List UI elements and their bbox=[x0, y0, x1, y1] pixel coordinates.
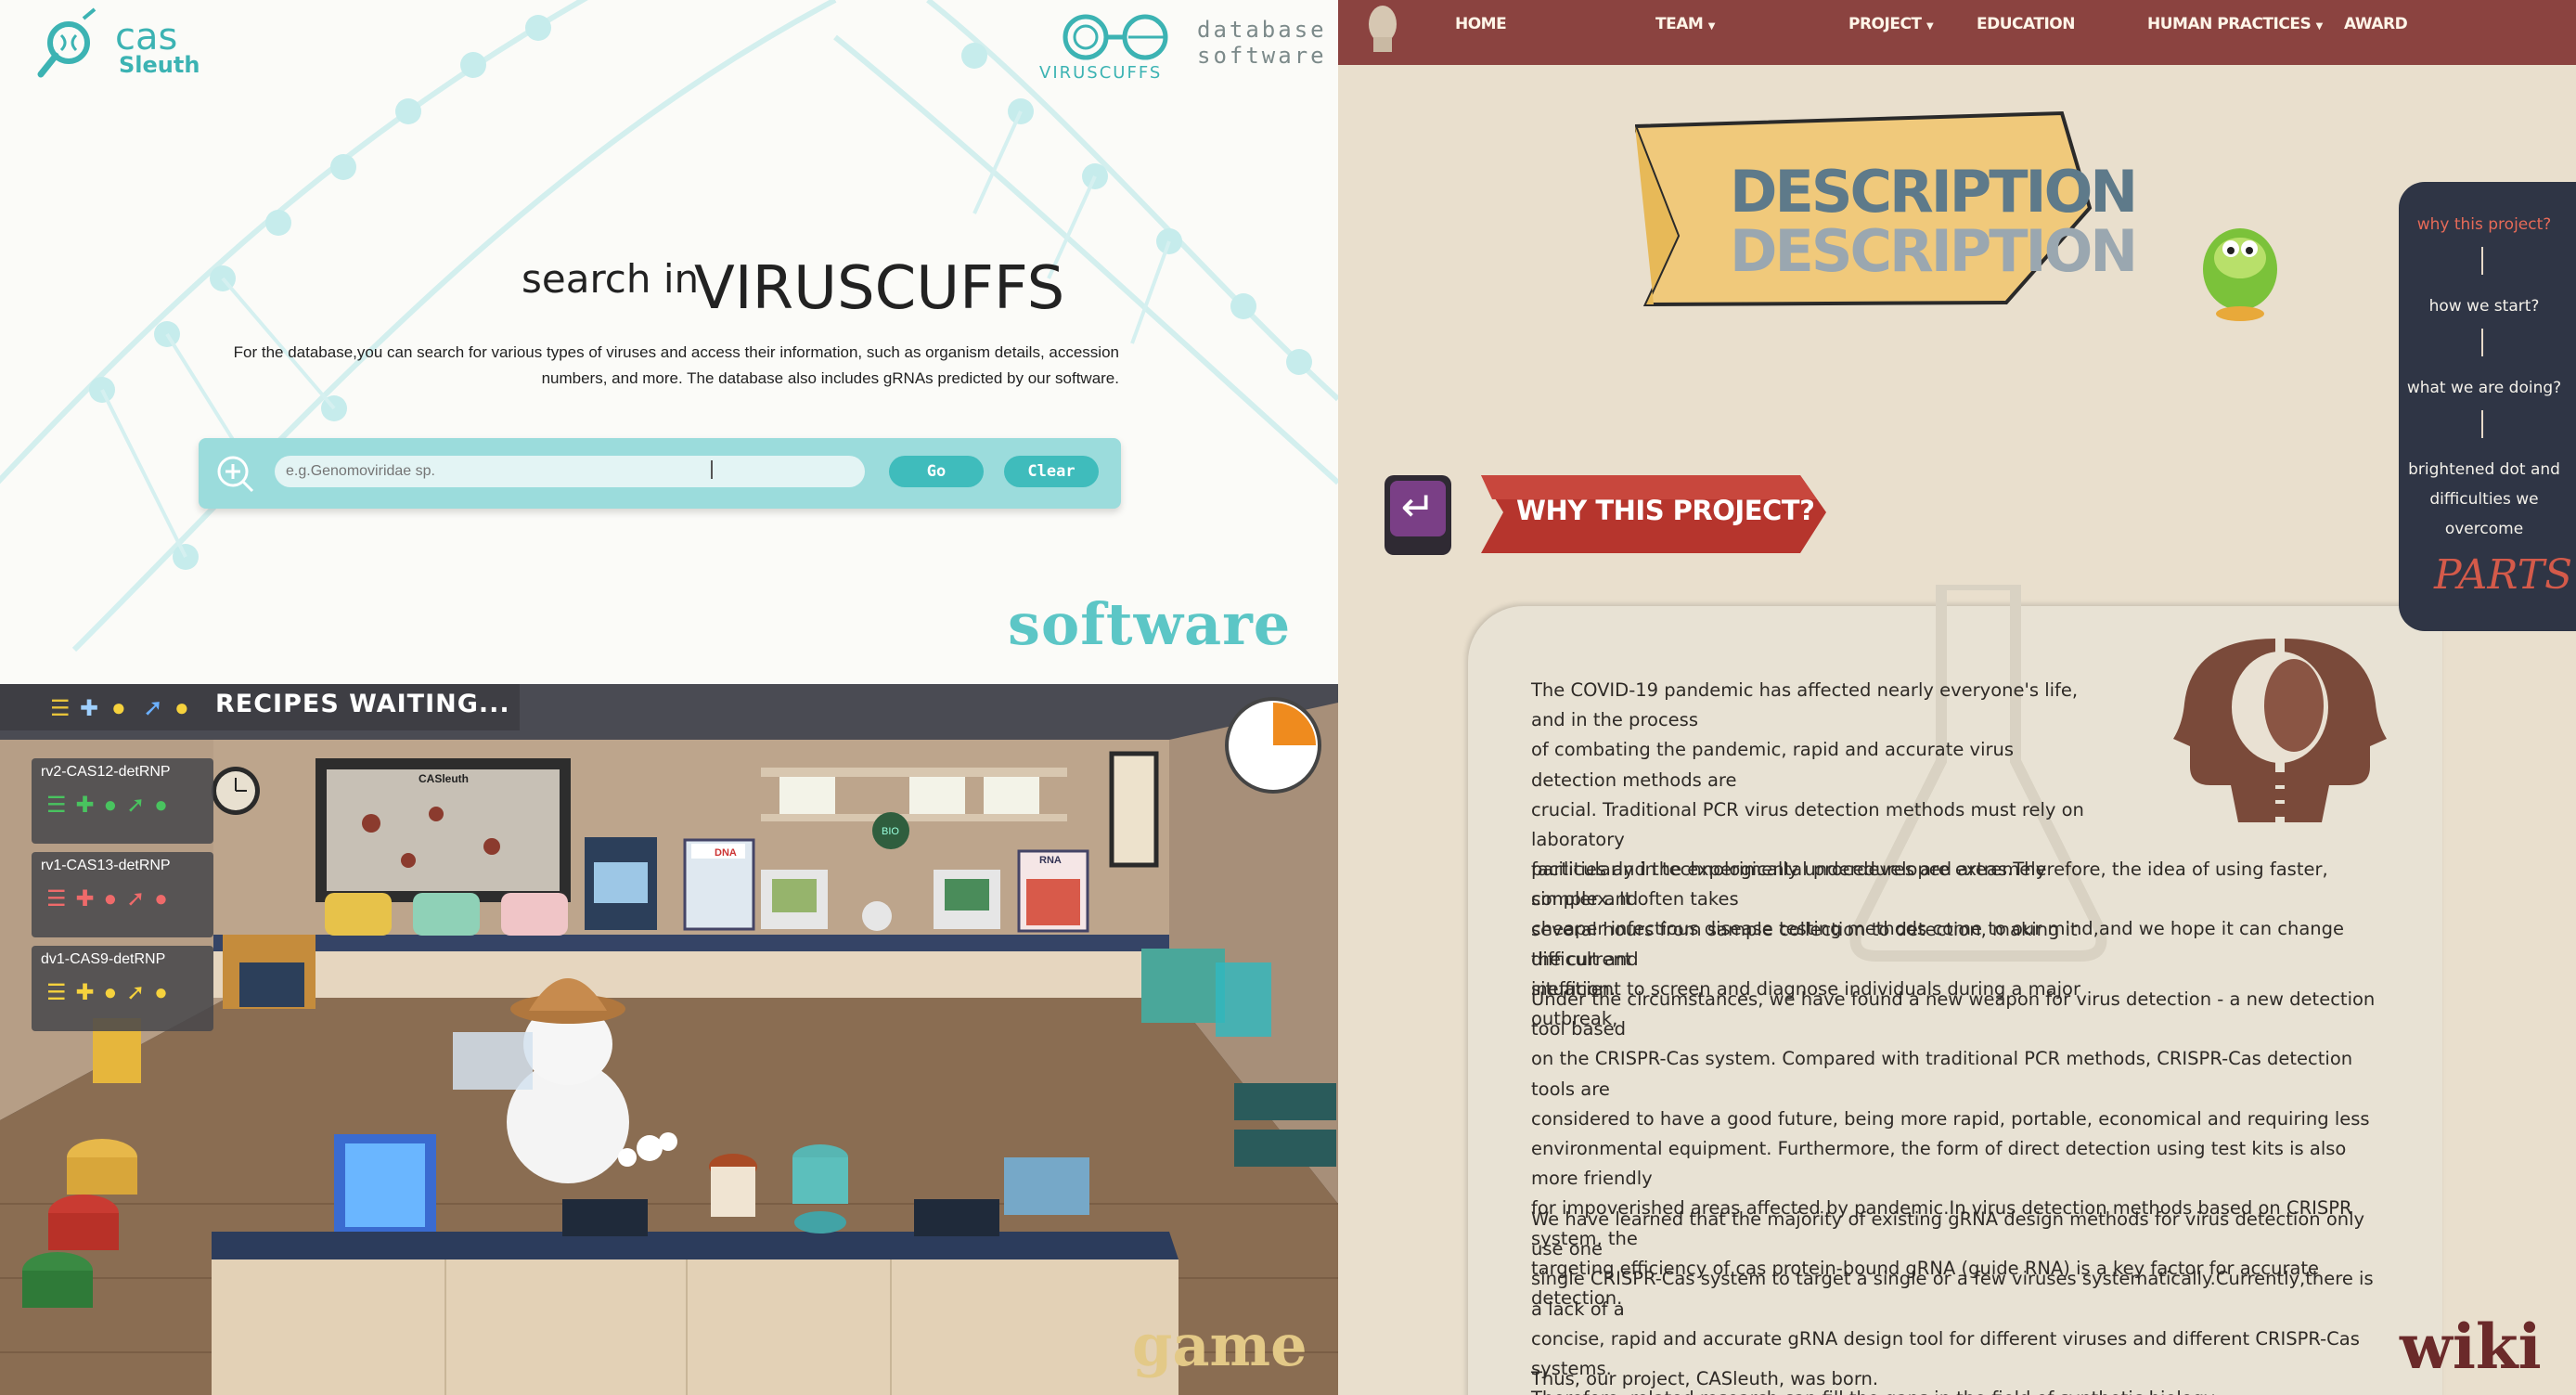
recipe-name: rv2-CAS12-detRNP bbox=[41, 764, 171, 780]
game-panel: CASleuth DNA RNA BIO ☰ ✚ ● ➚ ● RECIPES W… bbox=[0, 684, 1338, 1395]
db-line2: software bbox=[1197, 43, 1327, 69]
lightbulb-head-icon bbox=[2173, 639, 2387, 822]
recipe-ingredient-icons: ☰✚●➚● bbox=[46, 793, 177, 818]
database-software-label: database software bbox=[1197, 17, 1327, 69]
viruscuffs-logo[interactable]: VIRUSCUFFS bbox=[1037, 11, 1186, 83]
back-button[interactable]: ↵ bbox=[1385, 475, 1451, 555]
paragraph-line: particularly in technologically underdev… bbox=[1531, 859, 2328, 911]
rna-machine-label: RNA bbox=[1039, 855, 1062, 866]
nav-education[interactable]: EDUCATION bbox=[1977, 0, 2075, 48]
ladder-icon: ☰ bbox=[50, 696, 71, 721]
search-title-brand: VIRUSCUFFS bbox=[694, 254, 1065, 323]
logo-text-sleuth: Sleuth bbox=[119, 52, 200, 78]
return-arrow-icon: ↵ bbox=[1390, 481, 1446, 536]
recipe-ingredient-icons: ☰✚●➚● bbox=[46, 980, 177, 1005]
front-counter-top bbox=[212, 1232, 1179, 1259]
paragraph-line: crucial. Traditional PCR virus detection… bbox=[1531, 798, 2084, 851]
side-nav-difficulties-line3: overcome bbox=[2444, 520, 2524, 538]
game-caption: game bbox=[1132, 1311, 1307, 1379]
corkboard bbox=[327, 769, 560, 891]
paragraph-line: of combating the pandemic, rapid and acc… bbox=[1531, 739, 2015, 791]
recipe-name: rv1-CAS13-detRNP bbox=[41, 858, 171, 873]
chick-icon-2: ● bbox=[174, 693, 189, 721]
recipes-waiting-label: RECIPES WAITING... bbox=[215, 690, 510, 718]
recipe-name: dv1-CAS9-detRNP bbox=[41, 951, 166, 967]
paragraph-4: Thus, our project, CASleuth, was born. bbox=[1531, 1364, 2376, 1394]
side-nav: why this project? how we start? what we … bbox=[2399, 182, 2576, 631]
paragraph-line: Under the circumstances, we have found a… bbox=[1531, 988, 2376, 1040]
detective-logo-icon[interactable] bbox=[1362, 0, 1403, 56]
side-nav-doing[interactable]: what we are doing? bbox=[2399, 373, 2570, 403]
banner-title: DESCRIPTION bbox=[1730, 158, 2138, 226]
logo-text-cas: cas bbox=[115, 16, 178, 58]
zoom-in-icon[interactable] bbox=[214, 453, 255, 494]
side-nav-start[interactable]: how we start? bbox=[2399, 291, 2570, 321]
board-label: CASleuth bbox=[419, 772, 469, 785]
recipe-card[interactable]: rv1-CAS13-detRNP ☰✚●➚● bbox=[32, 852, 213, 937]
recipe-ingredient-icons: ☰✚●➚● bbox=[46, 886, 177, 911]
viruscuffs-label: VIRUSCUFFS bbox=[1039, 63, 1163, 83]
side-nav-difficulties-line2: difficulties we bbox=[2429, 490, 2539, 509]
software-caption: software bbox=[1008, 590, 1292, 658]
paragraph-line: environmental equipment. Furthermore, th… bbox=[1531, 1138, 2347, 1190]
chevron-down-icon: ▼ bbox=[1926, 21, 1934, 32]
paragraph-line: Thus, our project, CASleuth, was born. bbox=[1531, 1368, 1879, 1389]
chevron-down-icon: ▼ bbox=[1707, 21, 1716, 32]
nav-human-practices[interactable]: HUMAN PRACTICES ▼ bbox=[2147, 0, 2323, 48]
dna-machine-label: DNA bbox=[715, 847, 737, 859]
side-nav-parts[interactable]: PARTS bbox=[2434, 551, 2572, 599]
side-nav-difficulties-line1: brightened dot and bbox=[2408, 460, 2560, 479]
top-recipe-icons: ☰ ✚ ● ➚ ● bbox=[37, 691, 204, 725]
software-panel: cas Sleuth VIRUSCUFFS database software … bbox=[0, 0, 1338, 684]
nav-team-label: TEAM bbox=[1655, 15, 1704, 33]
cassleuth-logo[interactable]: cas Sleuth bbox=[37, 7, 204, 82]
side-arrow bbox=[2481, 410, 2483, 438]
side-nav-why[interactable]: why this project? bbox=[2399, 210, 2570, 239]
wiki-caption: wiki bbox=[2400, 1311, 2542, 1383]
description-line-1: For the database,you can search for vari… bbox=[233, 343, 1119, 361]
search-title-prefix: search in bbox=[522, 256, 700, 302]
go-button[interactable]: Go bbox=[889, 456, 984, 487]
clear-button[interactable]: Clear bbox=[1004, 456, 1099, 487]
banner-title-shadow: DESCRIPTION bbox=[1730, 217, 2138, 285]
magnifier-logo-icon bbox=[37, 7, 97, 78]
paragraph-line: The COVID-19 pandemic has affected nearl… bbox=[1531, 679, 2079, 731]
side-arrow bbox=[2481, 247, 2483, 275]
db-line1: database bbox=[1197, 17, 1327, 43]
pipette-icon: ➚ bbox=[143, 693, 163, 721]
paragraph-line: cheaper infectious disease testing metho… bbox=[1531, 918, 2345, 970]
nav-award[interactable]: AWARD bbox=[2344, 0, 2408, 48]
bio-label: BIO bbox=[882, 826, 899, 837]
nav-team[interactable]: TEAM ▼ bbox=[1655, 0, 1715, 48]
paragraph-line: single CRISPR-Cas system to target a sin… bbox=[1531, 1268, 2374, 1320]
wiki-panel: HOME TEAM ▼ PROJECT ▼ EDUCATION HUMAN PR… bbox=[1338, 0, 2576, 1395]
section-title: WHY THIS PROJECT? bbox=[1516, 495, 1815, 526]
paragraph-1b: particularly in technologically underdev… bbox=[1531, 855, 2376, 1004]
side-nav-difficulties[interactable]: brightened dot and difficulties we overc… bbox=[2399, 455, 2570, 544]
tube-icon: ✚ bbox=[80, 696, 99, 721]
description-line-2: numbers, and more. The database also inc… bbox=[541, 369, 1119, 387]
search-input[interactable] bbox=[275, 456, 865, 487]
back-counter-top bbox=[213, 935, 1169, 951]
paragraph-line: on the CRISPR-Cas system. Compared with … bbox=[1531, 1048, 2353, 1100]
nav-project-label: PROJECT bbox=[1848, 15, 1922, 33]
text-cursor bbox=[711, 460, 713, 479]
recipe-card[interactable]: rv2-CAS12-detRNP ☰✚●➚● bbox=[32, 758, 213, 844]
nav-home[interactable]: HOME bbox=[1455, 0, 1507, 48]
chick-icon: ● bbox=[111, 693, 126, 721]
nav-human-practices-label: HUMAN PRACTICES bbox=[2147, 15, 2312, 33]
handcuffs-icon bbox=[1063, 14, 1168, 60]
paragraph-line: We have learned that the majority of exi… bbox=[1531, 1208, 2365, 1260]
mascot-icon bbox=[2203, 228, 2277, 321]
search-description: For the database,you can search for vari… bbox=[191, 340, 1119, 392]
side-arrow bbox=[2481, 329, 2483, 356]
recipe-card[interactable]: dv1-CAS9-detRNP ☰✚●➚● bbox=[32, 946, 213, 1031]
chevron-down-icon: ▼ bbox=[2315, 21, 2324, 32]
paragraph-line: considered to have a good future, being … bbox=[1531, 1107, 2370, 1130]
nav-project[interactable]: PROJECT ▼ bbox=[1848, 0, 1934, 48]
